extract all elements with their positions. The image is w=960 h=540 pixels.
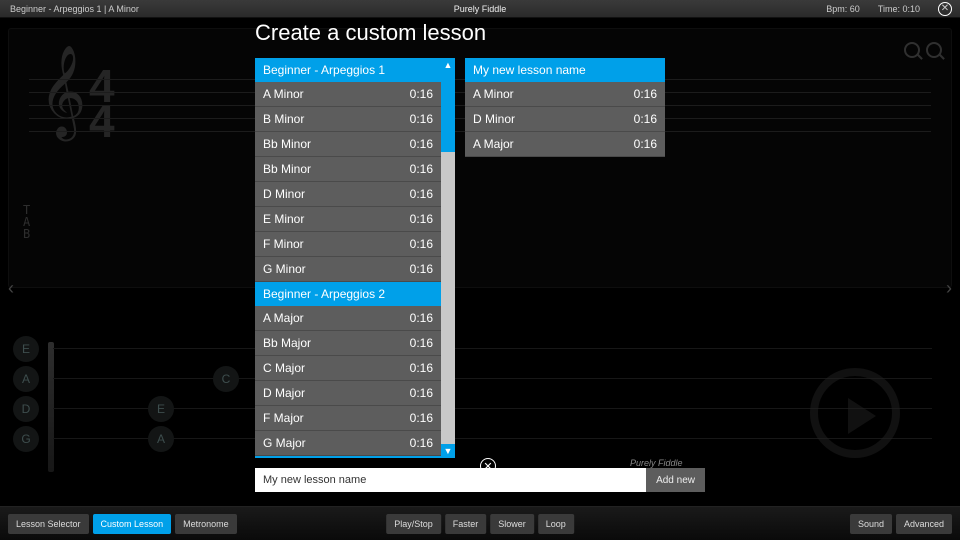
scroll-down-icon[interactable]: ▼ <box>441 444 455 458</box>
add-new-button[interactable]: Add new <box>646 468 705 492</box>
metronome-button[interactable]: Metronome <box>175 514 237 534</box>
breadcrumb: Beginner - Arpeggios 1 | A Minor <box>0 4 139 14</box>
close-icon[interactable]: ✕ <box>938 2 952 16</box>
target-list-column: My new lesson nameA Minor0:16D Minor0:16… <box>465 58 665 458</box>
bottom-bar: Lesson SelectorCustom LessonMetronome Pl… <box>0 506 960 540</box>
list-item[interactable]: Bb Minor0:16 <box>255 157 441 182</box>
note-dot: E <box>13 336 39 362</box>
list-item[interactable]: G Major0:16 <box>255 431 441 456</box>
top-bar: Beginner - Arpeggios 1 | A Minor Purely … <box>0 0 960 18</box>
play-stop-button[interactable]: Play/Stop <box>386 514 441 534</box>
list-item[interactable]: D Minor0:16 <box>255 182 441 207</box>
list-item[interactable]: F Minor0:16 <box>255 232 441 257</box>
note-dot: D <box>13 396 39 422</box>
custom-lesson-modal: Create a custom lesson Beginner - Arpegg… <box>255 20 705 492</box>
zoom-in-icon[interactable] <box>926 42 942 58</box>
note-dot: A <box>148 426 174 452</box>
list-item[interactable]: A Major0:16 <box>255 306 441 331</box>
list-item[interactable]: A Minor0:16 <box>465 82 665 107</box>
group-header[interactable]: Beginner - Scales 1 <box>255 456 441 458</box>
modal-title: Create a custom lesson <box>255 20 705 46</box>
list-item[interactable]: Bb Major0:16 <box>255 331 441 356</box>
lesson-name-input[interactable] <box>255 468 646 492</box>
group-header[interactable]: Beginner - Arpeggios 1 <box>255 58 441 82</box>
app-logo: Purely Fiddle <box>454 4 507 14</box>
time-label: Time: 0:10 <box>878 4 920 14</box>
chevron-right-icon[interactable]: › <box>946 278 952 299</box>
scroll-up-icon[interactable]: ▲ <box>441 58 455 72</box>
chevron-left-icon[interactable]: ‹ <box>8 278 14 299</box>
slower-button[interactable]: Slower <box>490 514 534 534</box>
loop-button[interactable]: Loop <box>538 514 574 534</box>
scroll-thumb[interactable] <box>441 72 455 152</box>
source-list-column: Beginner - Arpeggios 1A Minor0:16B Minor… <box>255 58 455 458</box>
sound-button[interactable]: Sound <box>850 514 892 534</box>
lesson-selector-button[interactable]: Lesson Selector <box>8 514 89 534</box>
list-item[interactable]: B Minor0:16 <box>255 107 441 132</box>
bpm-label: Bpm: 60 <box>826 4 860 14</box>
group-header[interactable]: Beginner - Arpeggios 2 <box>255 282 441 306</box>
list-item[interactable]: C Major0:16 <box>255 356 441 381</box>
scrollbar[interactable]: ▲ ▼ <box>441 58 455 458</box>
tab-label: T A B <box>23 204 30 240</box>
play-arrow-icon <box>810 368 900 458</box>
note-dot: E <box>148 396 174 422</box>
faster-button[interactable]: Faster <box>445 514 487 534</box>
list-item[interactable]: F Major0:16 <box>255 406 441 431</box>
advanced-button[interactable]: Advanced <box>896 514 952 534</box>
note-dot: A <box>13 366 39 392</box>
zoom-out-icon[interactable] <box>904 42 920 58</box>
list-item[interactable]: Bb Minor0:16 <box>255 132 441 157</box>
list-item[interactable]: D Major0:16 <box>255 381 441 406</box>
list-item[interactable]: E Minor0:16 <box>255 207 441 232</box>
note-dot: G <box>13 426 39 452</box>
list-item[interactable]: A Minor0:16 <box>255 82 441 107</box>
list-item[interactable]: G Minor0:16 <box>255 257 441 282</box>
list-item[interactable]: A Major0:16 <box>465 132 665 157</box>
custom-lesson-button[interactable]: Custom Lesson <box>93 514 172 534</box>
note-dot: C <box>213 366 239 392</box>
list-item[interactable]: D Minor0:16 <box>465 107 665 132</box>
target-header[interactable]: My new lesson name <box>465 58 665 82</box>
